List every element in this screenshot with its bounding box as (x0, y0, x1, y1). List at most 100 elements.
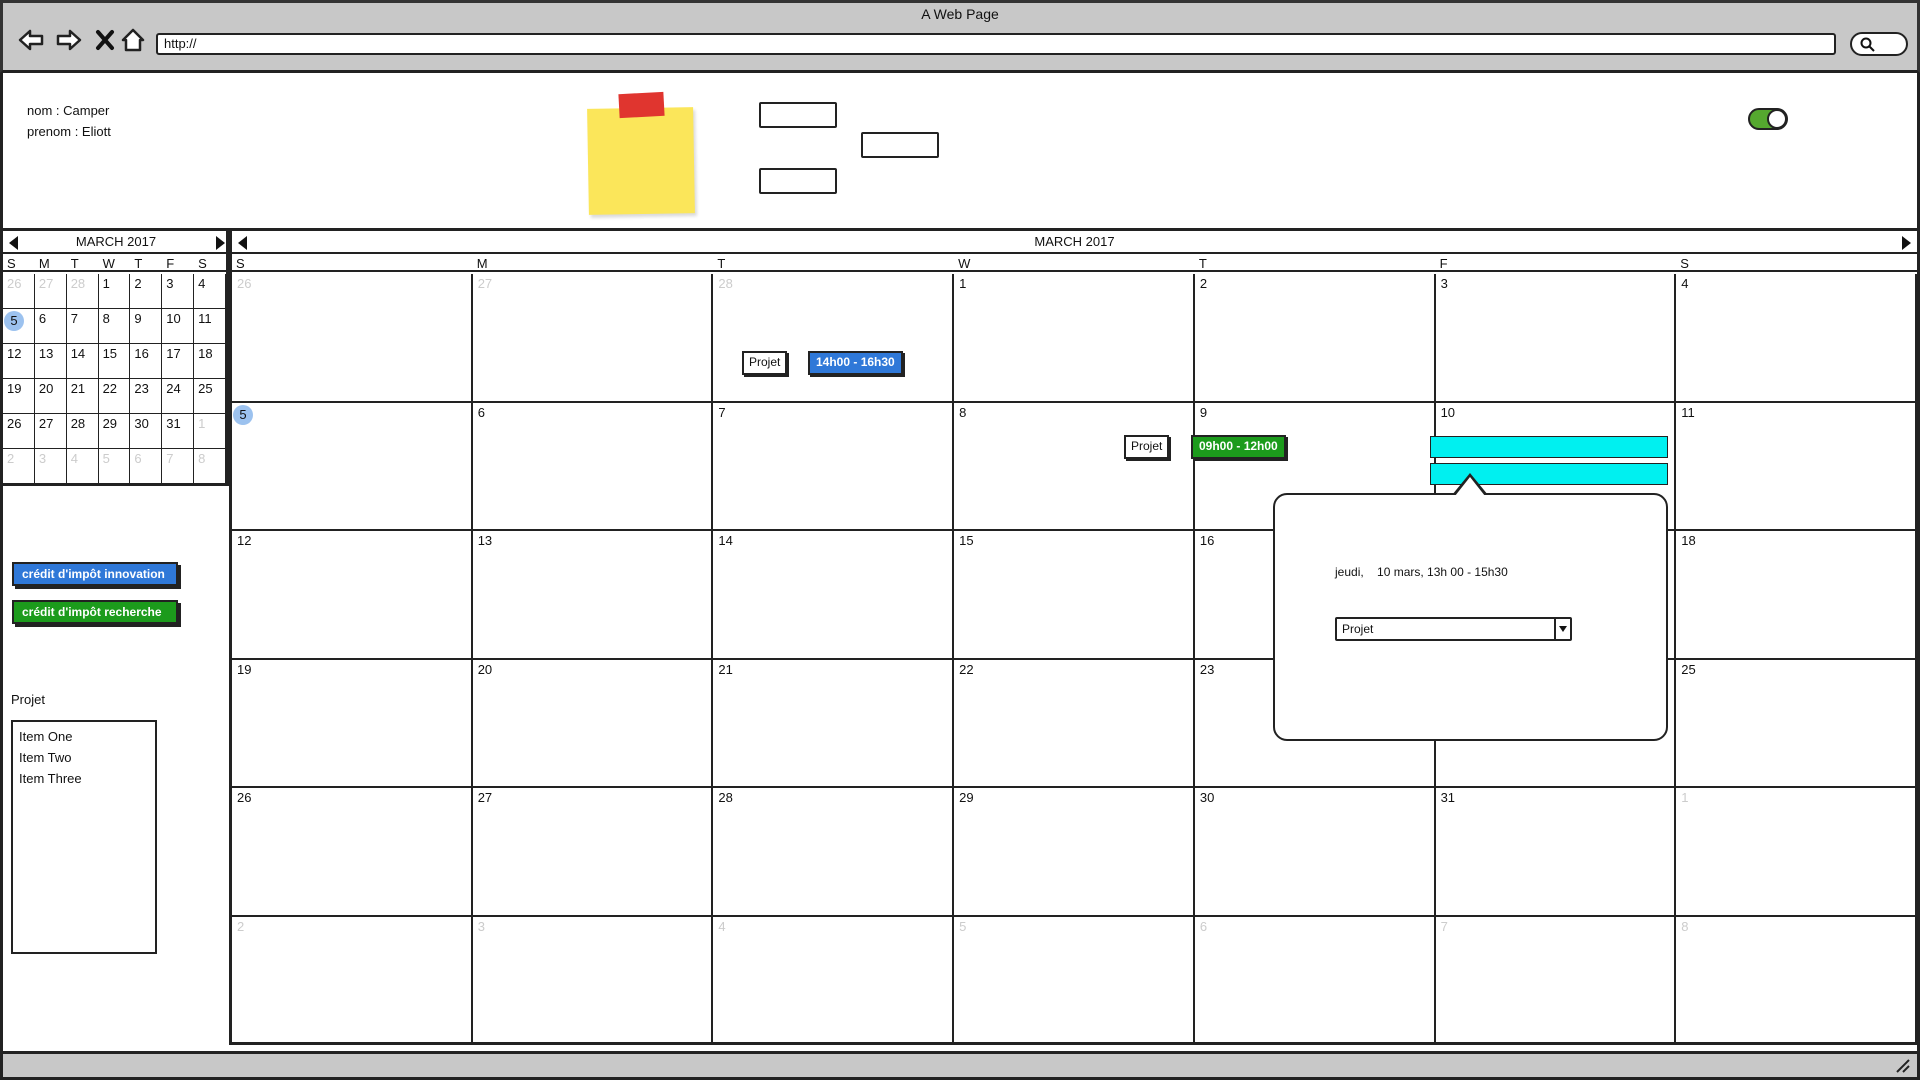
event-project-label[interactable]: Projet (1124, 435, 1170, 459)
mini-day-cell[interactable]: 9 (130, 309, 163, 344)
calendar-day-cell[interactable]: 11 (1676, 402, 1917, 531)
calendar-day-cell[interactable]: 3 (472, 916, 714, 1045)
calendar-day-cell[interactable]: 29 (954, 788, 1195, 917)
forward-icon[interactable] (53, 25, 85, 55)
mini-day-cell[interactable]: 2 (3, 449, 35, 484)
calendar-day-cell[interactable]: 31 (1435, 788, 1677, 917)
toggle-switch[interactable] (1748, 108, 1788, 130)
resize-grip-icon[interactable] (1893, 1056, 1911, 1074)
calendar-day-cell[interactable]: 2 (1194, 274, 1436, 403)
calendar-day-cell[interactable]: 27 (472, 788, 714, 917)
calendar-day-cell[interactable]: 19 (232, 659, 473, 788)
calendar-day-cell[interactable]: 18 (1676, 531, 1917, 660)
event-time-recherche[interactable]: 09h00 - 12h00 (1191, 435, 1286, 459)
mini-day-cell[interactable]: 16 (130, 344, 163, 379)
mini-day-cell[interactable]: 27 (34, 274, 67, 309)
calendar-day-cell[interactable]: 6 (1194, 916, 1436, 1045)
project-list-item[interactable]: Item Two (19, 747, 149, 768)
header-box-2[interactable] (861, 132, 939, 158)
calendar-day-cell[interactable]: 8 (1676, 916, 1917, 1045)
mini-day-cell[interactable]: 3 (162, 274, 195, 309)
calendar-day-cell[interactable]: 1 (954, 274, 1195, 403)
mini-day-cell[interactable]: 15 (98, 344, 131, 379)
mini-day-cell[interactable]: 1 (194, 414, 226, 449)
mini-day-cell[interactable]: 21 (66, 379, 99, 414)
mini-day-cell[interactable]: 8 (98, 309, 131, 344)
prev-month-icon[interactable] (238, 236, 247, 250)
calendar-day-cell[interactable]: 8 (954, 402, 1195, 531)
calendar-day-cell[interactable]: 28 (713, 788, 955, 917)
mini-day-cell[interactable]: 3 (34, 449, 67, 484)
calendar-day-cell[interactable]: 21 (713, 659, 955, 788)
mini-day-cell[interactable]: 1 (98, 274, 131, 309)
calendar-day-cell[interactable]: 3 (1435, 274, 1677, 403)
mini-day-cell[interactable]: 17 (162, 344, 195, 379)
calendar-day-cell[interactable]: 5 (954, 916, 1195, 1045)
mini-day-cell[interactable]: 26 (3, 414, 35, 449)
mini-day-cell[interactable]: 14 (66, 344, 99, 379)
mini-day-cell[interactable]: 5 (3, 309, 35, 344)
calendar-day-cell[interactable]: 12 (232, 531, 473, 660)
next-month-icon[interactable] (1902, 236, 1911, 250)
calendar-day-cell[interactable]: 2 (232, 916, 473, 1045)
mini-next-month-icon[interactable] (216, 236, 225, 250)
calendar-day-cell[interactable]: 7 (1435, 916, 1677, 1045)
url-input[interactable]: http:// (156, 33, 1836, 55)
mini-day-cell[interactable]: 29 (98, 414, 131, 449)
chevron-down-icon[interactable] (1554, 619, 1570, 639)
mini-day-cell[interactable]: 4 (66, 449, 99, 484)
mini-day-cell[interactable]: 11 (194, 309, 226, 344)
calendar-day-cell[interactable]: 28 (713, 274, 955, 403)
mini-day-cell[interactable]: 18 (194, 344, 226, 379)
mini-day-cell[interactable]: 28 (66, 414, 99, 449)
home-icon[interactable] (117, 25, 149, 55)
mini-day-cell[interactable]: 10 (162, 309, 195, 344)
legend-innovation-button[interactable]: crédit d'impôt innovation (12, 562, 178, 586)
mini-day-cell[interactable]: 31 (162, 414, 195, 449)
mini-prev-month-icon[interactable] (9, 236, 18, 250)
mini-day-cell[interactable]: 12 (3, 344, 35, 379)
mini-day-cell[interactable]: 6 (130, 449, 163, 484)
header-box-3[interactable] (759, 168, 837, 194)
mini-day-cell[interactable]: 27 (34, 414, 67, 449)
project-list-item[interactable]: Item One (19, 726, 149, 747)
mini-day-cell[interactable]: 20 (34, 379, 67, 414)
browser-search-button[interactable] (1850, 32, 1908, 56)
calendar-day-cell[interactable]: 30 (1194, 788, 1436, 917)
mini-day-cell[interactable]: 23 (130, 379, 163, 414)
mini-day-cell[interactable]: 25 (194, 379, 226, 414)
calendar-day-cell[interactable]: 26 (232, 788, 473, 917)
legend-recherche-button[interactable]: crédit d'impôt recherche (12, 600, 178, 624)
calendar-day-cell[interactable]: 7 (713, 402, 955, 531)
mini-day-cell[interactable]: 7 (66, 309, 99, 344)
project-list-item[interactable]: Item Three (19, 768, 149, 789)
calendar-day-cell[interactable]: 4 (713, 916, 955, 1045)
mini-day-cell[interactable]: 4 (194, 274, 226, 309)
mini-day-cell[interactable]: 26 (3, 274, 35, 309)
mini-day-cell[interactable]: 24 (162, 379, 195, 414)
mini-day-cell[interactable]: 28 (66, 274, 99, 309)
mini-day-cell[interactable]: 6 (34, 309, 67, 344)
calendar-day-cell[interactable]: 5 (232, 402, 473, 531)
calendar-day-cell[interactable]: 27 (472, 274, 714, 403)
calendar-day-cell[interactable]: 6 (472, 402, 714, 531)
mini-day-cell[interactable]: 13 (34, 344, 67, 379)
mini-day-cell[interactable]: 5 (98, 449, 131, 484)
event-project-label[interactable]: Projet (742, 351, 788, 375)
mini-day-cell[interactable]: 19 (3, 379, 35, 414)
mini-day-cell[interactable]: 8 (194, 449, 226, 484)
calendar-day-cell[interactable]: 1 (1676, 788, 1917, 917)
mini-day-cell[interactable]: 30 (130, 414, 163, 449)
calendar-day-cell[interactable]: 25 (1676, 659, 1917, 788)
event-time-innovation[interactable]: 14h00 - 16h30 (808, 351, 903, 375)
back-icon[interactable] (15, 25, 47, 55)
mini-day-cell[interactable]: 7 (162, 449, 195, 484)
mini-day-cell[interactable]: 2 (130, 274, 163, 309)
calendar-day-cell[interactable]: 15 (954, 531, 1195, 660)
mini-day-cell[interactable]: 22 (98, 379, 131, 414)
event-bar-selection[interactable] (1430, 436, 1668, 458)
calendar-day-cell[interactable]: 26 (232, 274, 473, 403)
calendar-day-cell[interactable]: 20 (472, 659, 714, 788)
calendar-day-cell[interactable]: 22 (954, 659, 1195, 788)
calendar-day-cell[interactable]: 4 (1676, 274, 1917, 403)
